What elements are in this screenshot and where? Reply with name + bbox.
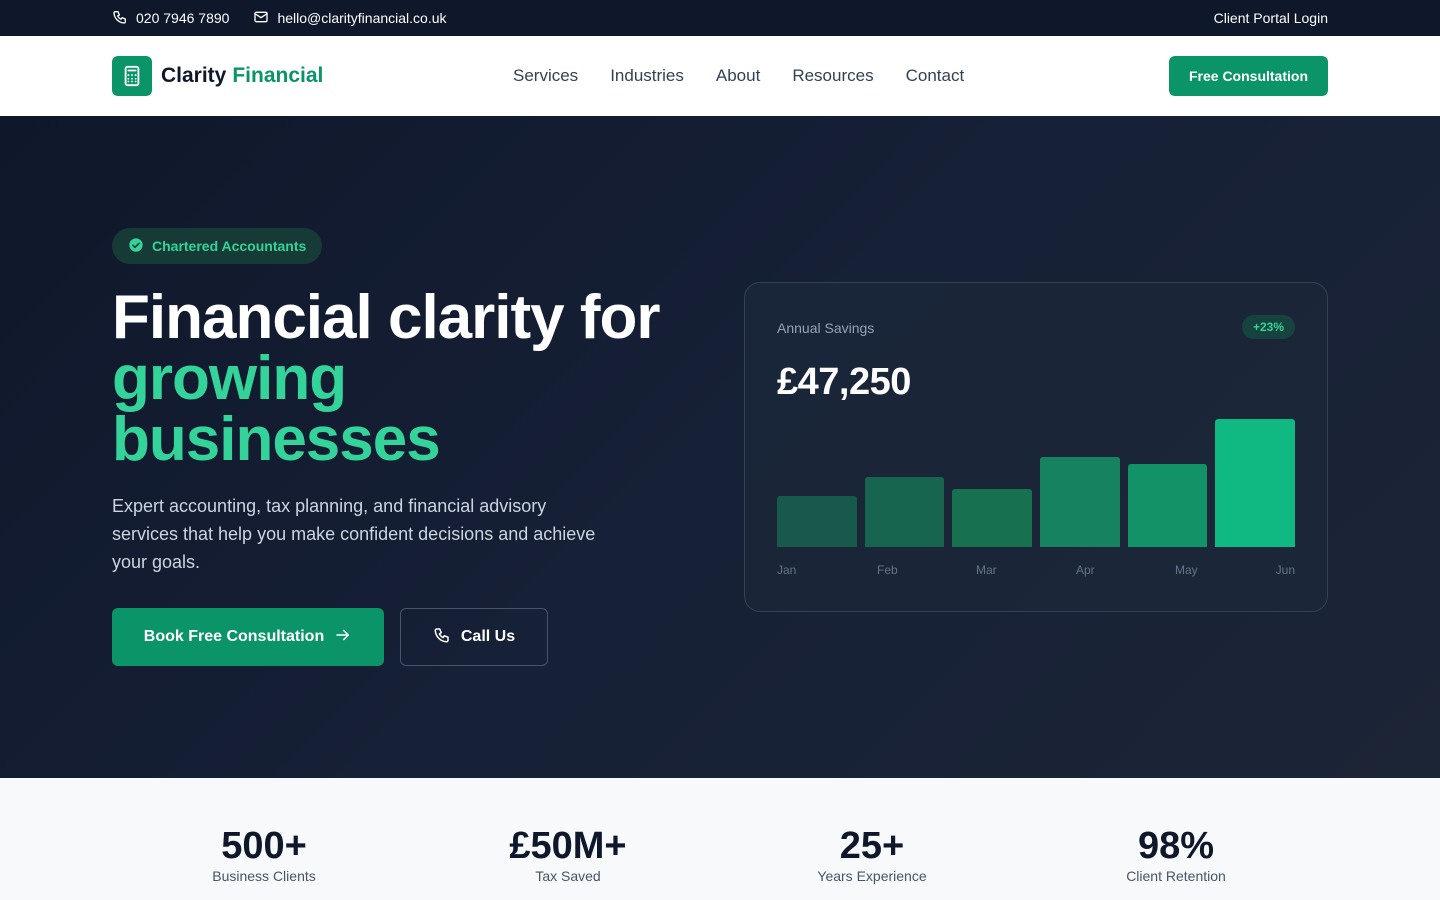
- phone-number: 020 7946 7890: [136, 10, 230, 26]
- month-label-apr: Apr: [1076, 563, 1095, 577]
- call-us-button[interactable]: Call Us: [400, 608, 548, 666]
- phone-icon: [433, 626, 451, 649]
- stat-value: 500+: [221, 825, 307, 867]
- hero-headline: Financial clarity for growing businesses: [112, 283, 661, 474]
- client-portal-login-link[interactable]: Client Portal Login: [1214, 10, 1328, 26]
- growth-badge: +23%: [1241, 315, 1295, 339]
- stat-years-experience: 25+ Years Experience: [720, 778, 1024, 900]
- stat-label: Years Experience: [817, 868, 927, 884]
- stats-strip: 500+ Business Clients £50M+ Tax Saved 25…: [0, 778, 1440, 900]
- headline-line-3: businesses: [112, 405, 441, 474]
- month-label-may: May: [1175, 563, 1198, 577]
- month-label-feb: Feb: [877, 563, 898, 577]
- month-label-jan: Jan: [777, 563, 797, 577]
- brand-name-primary: Clarity: [161, 64, 227, 87]
- calculator-icon: [112, 56, 152, 96]
- primary-nav: Services Industries About Resources Cont…: [513, 36, 964, 116]
- headline-line-1: Financial clarity for: [112, 283, 661, 352]
- phone-icon: [112, 9, 128, 28]
- stat-value: 98%: [1137, 825, 1215, 867]
- brand-name: Clarity Financial: [161, 64, 323, 88]
- bar-jun: [1215, 419, 1295, 547]
- stat-label: Business Clients: [212, 868, 316, 884]
- primary-cta-label: Book Free Consultation: [143, 628, 325, 645]
- arrow-right-icon: [334, 626, 352, 649]
- bar-jan: [777, 496, 857, 547]
- bar-may: [1127, 464, 1208, 547]
- contact-info: 020 7946 7890 hello@clarityfinancial.co.…: [112, 9, 447, 28]
- nav-item-services[interactable]: Services: [513, 66, 578, 86]
- stat-tax-saved: £50M+ Tax Saved: [416, 778, 720, 900]
- savings-bar-chart: [777, 413, 1295, 547]
- top-bar: 020 7946 7890 hello@clarityfinancial.co.…: [0, 0, 1440, 36]
- email-link[interactable]: hello@clarityfinancial.co.uk: [253, 9, 447, 28]
- email-address: hello@clarityfinancial.co.uk: [277, 10, 447, 26]
- stat-label: Tax Saved: [535, 868, 601, 884]
- badge-label: Chartered Accountants: [152, 238, 307, 254]
- main-navbar: Clarity Financial Services Industries Abo…: [0, 36, 1440, 116]
- month-labels: Jan Feb Mar Apr May Jun: [777, 563, 1295, 579]
- mail-icon: [253, 9, 269, 28]
- savings-amount: £47,250: [777, 361, 911, 403]
- annual-savings-card: Annual Savings +23% £47,250 Jan Feb Mar Apr…: [744, 282, 1328, 612]
- stat-business-clients: 500+ Business Clients: [112, 778, 416, 900]
- stat-value: £50M+: [509, 825, 627, 867]
- nav-item-resources[interactable]: Resources: [792, 66, 873, 86]
- book-free-consultation-button[interactable]: Book Free Consultation: [112, 608, 384, 666]
- free-consultation-button[interactable]: Free Consultation: [1168, 56, 1328, 96]
- headline-line-2: growing: [112, 344, 347, 413]
- stat-label: Client Retention: [1126, 868, 1226, 884]
- secondary-cta-label: Call Us: [460, 628, 516, 645]
- bar-mar: [952, 489, 1032, 547]
- stat-client-retention: 98% Client Retention: [1024, 778, 1328, 900]
- hero-description: Expert accounting, tax planning, and fin…: [112, 496, 596, 572]
- nav-item-industries[interactable]: Industries: [610, 66, 684, 86]
- hero-section: Chartered Accountants Financial clarity …: [0, 116, 1440, 778]
- month-label-mar: Mar: [976, 563, 997, 577]
- brand-logo[interactable]: Clarity Financial: [112, 56, 323, 96]
- nav-item-about[interactable]: About: [716, 66, 760, 86]
- bar-feb: [864, 477, 945, 547]
- phone-link[interactable]: 020 7946 7890: [112, 9, 229, 28]
- nav-item-contact[interactable]: Contact: [906, 66, 965, 86]
- chartered-badge: Chartered Accountants: [112, 228, 323, 264]
- month-label-jun: Jun: [1275, 563, 1295, 577]
- stat-value: 25+: [839, 825, 905, 867]
- brand-name-accent: Financial: [232, 64, 324, 87]
- bar-apr: [1040, 457, 1120, 547]
- check-circle-icon: [128, 237, 144, 256]
- card-label: Annual Savings: [777, 320, 875, 336]
